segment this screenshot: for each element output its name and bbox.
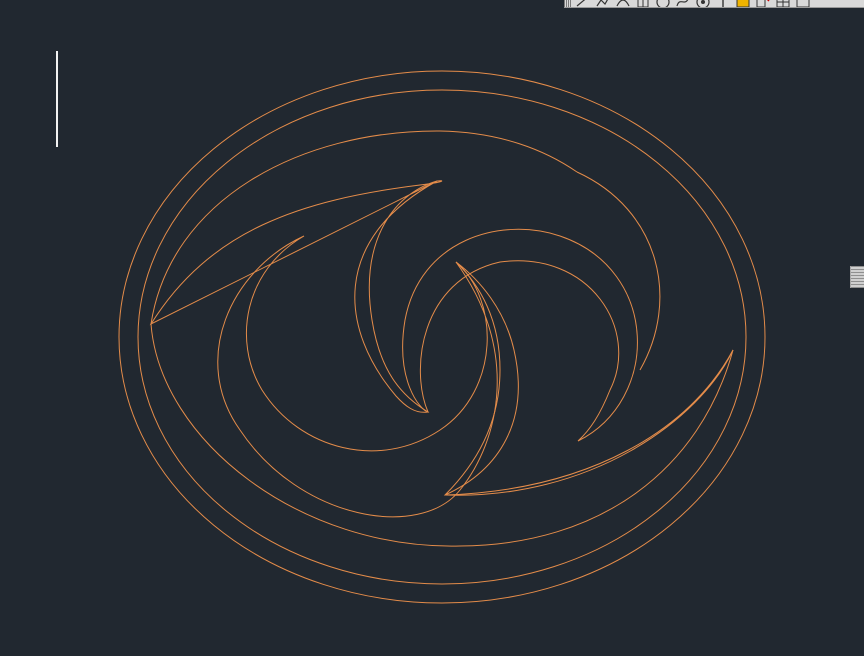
lower-swoosh-blade[interactable] [443, 261, 734, 496]
left-crescent[interactable] [217, 235, 498, 518]
drawing-canvas[interactable] [0, 0, 864, 656]
upper-swoosh-blade[interactable] [149, 180, 443, 413]
upper-left-arc[interactable] [150, 130, 578, 325]
upper-right-arc[interactable] [576, 171, 661, 371]
right-crescent[interactable] [402, 228, 638, 442]
inner-ellipse[interactable] [137, 89, 747, 585]
lower-left-arc[interactable] [150, 323, 734, 547]
drawing-viewport[interactable] [0, 0, 864, 656]
outer-ellipse[interactable] [118, 70, 766, 604]
